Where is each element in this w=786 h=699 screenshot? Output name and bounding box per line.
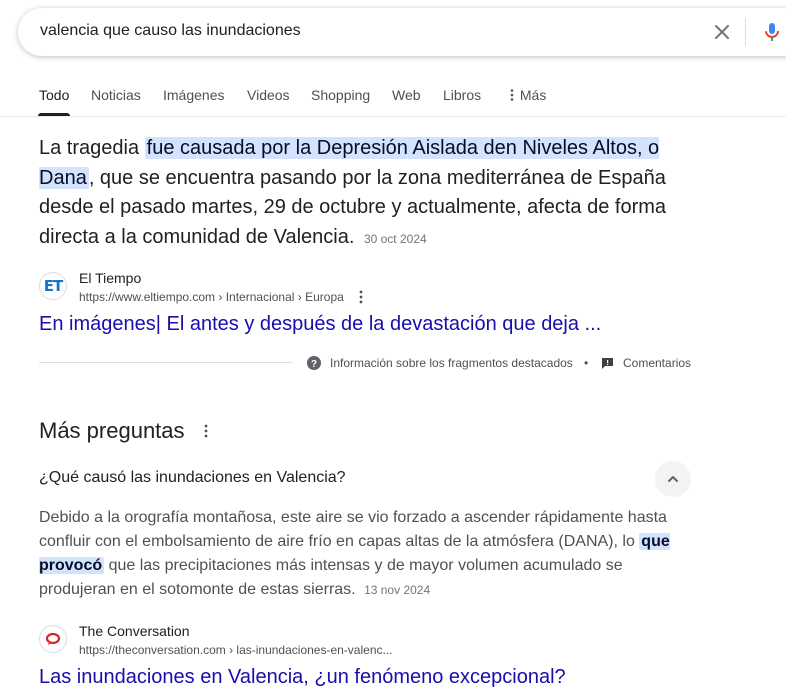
footer-separator: • xyxy=(584,356,589,370)
collapse-button[interactable] xyxy=(655,461,691,497)
tab-libros[interactable]: Libros xyxy=(443,87,481,103)
footer-divider xyxy=(39,362,292,363)
tab-shopping[interactable]: Shopping xyxy=(311,87,370,103)
microphone-icon[interactable] xyxy=(760,20,784,44)
featured-source[interactable]: ET El Tiempo https://www.eltiempo.com › … xyxy=(39,270,539,306)
search-input[interactable] xyxy=(40,22,640,40)
question-item[interactable]: ¿Qué causó las inundaciones en Valencia? xyxy=(39,469,346,487)
tab-videos[interactable]: Videos xyxy=(247,87,290,103)
source-url: https://www.eltiempo.com › Internacional… xyxy=(79,290,344,304)
tab-noticias[interactable]: Noticias xyxy=(91,87,141,103)
eltiempo-favicon: ET xyxy=(39,272,67,300)
snippet-text-after: , que se encuentra pasando por la zona m… xyxy=(39,166,667,248)
tab-mas[interactable]: Más xyxy=(508,87,546,103)
tab-mas-label: Más xyxy=(519,87,547,103)
answer-source-url: https://theconversation.com › las-inunda… xyxy=(79,643,393,657)
question-answer: Debido a la orografía montañosa, este ai… xyxy=(39,506,689,602)
featured-snippet-text: La tragedia fue causada por la Depresión… xyxy=(39,134,699,254)
search-box[interactable] xyxy=(18,8,786,56)
snippet-date: 30 oct 2024 xyxy=(363,231,427,246)
chevron-up-icon xyxy=(668,476,678,482)
answer-source[interactable]: The Conversation https://theconversation… xyxy=(39,623,539,659)
tab-todo[interactable]: Todo xyxy=(39,87,69,103)
more-options-icon[interactable] xyxy=(355,289,367,307)
help-icon[interactable]: ? xyxy=(307,356,321,370)
feedback-link[interactable]: Comentarios xyxy=(623,356,691,370)
theconversation-favicon xyxy=(39,625,67,653)
tabs-divider xyxy=(0,116,786,117)
answer-result-link[interactable]: Las inundaciones en Valencia, ¿un fenóme… xyxy=(39,666,566,689)
svg-text:?: ? xyxy=(311,359,317,370)
more-questions-title: Más preguntas xyxy=(39,418,185,443)
snippet-text-before: La tragedia xyxy=(39,137,145,159)
tab-web[interactable]: Web xyxy=(392,87,421,103)
more-questions-options-icon[interactable] xyxy=(200,423,212,441)
about-featured-snippets-link[interactable]: Información sobre los fragmentos destaca… xyxy=(330,356,573,370)
source-name: El Tiempo xyxy=(79,270,142,286)
answer-date: 13 nov 2024 xyxy=(364,583,431,597)
answer-text-before: Debido a la orografía montañosa, este ai… xyxy=(39,509,667,550)
answer-text-after: que las precipitaciones más intensas y d… xyxy=(39,557,623,598)
search-divider xyxy=(745,18,746,46)
search-tabs: Todo Noticias Imágenes Videos Shopping W… xyxy=(0,78,786,116)
feedback-icon[interactable] xyxy=(601,357,614,370)
clear-icon[interactable] xyxy=(710,20,734,44)
tab-imagenes[interactable]: Imágenes xyxy=(163,87,224,103)
more-vert-icon xyxy=(510,89,514,101)
snippet-footer: ? Información sobre los fragmentos desta… xyxy=(39,352,694,374)
featured-result-link[interactable]: En imágenes| El antes y después de la de… xyxy=(39,313,601,336)
answer-source-name: The Conversation xyxy=(79,623,190,639)
